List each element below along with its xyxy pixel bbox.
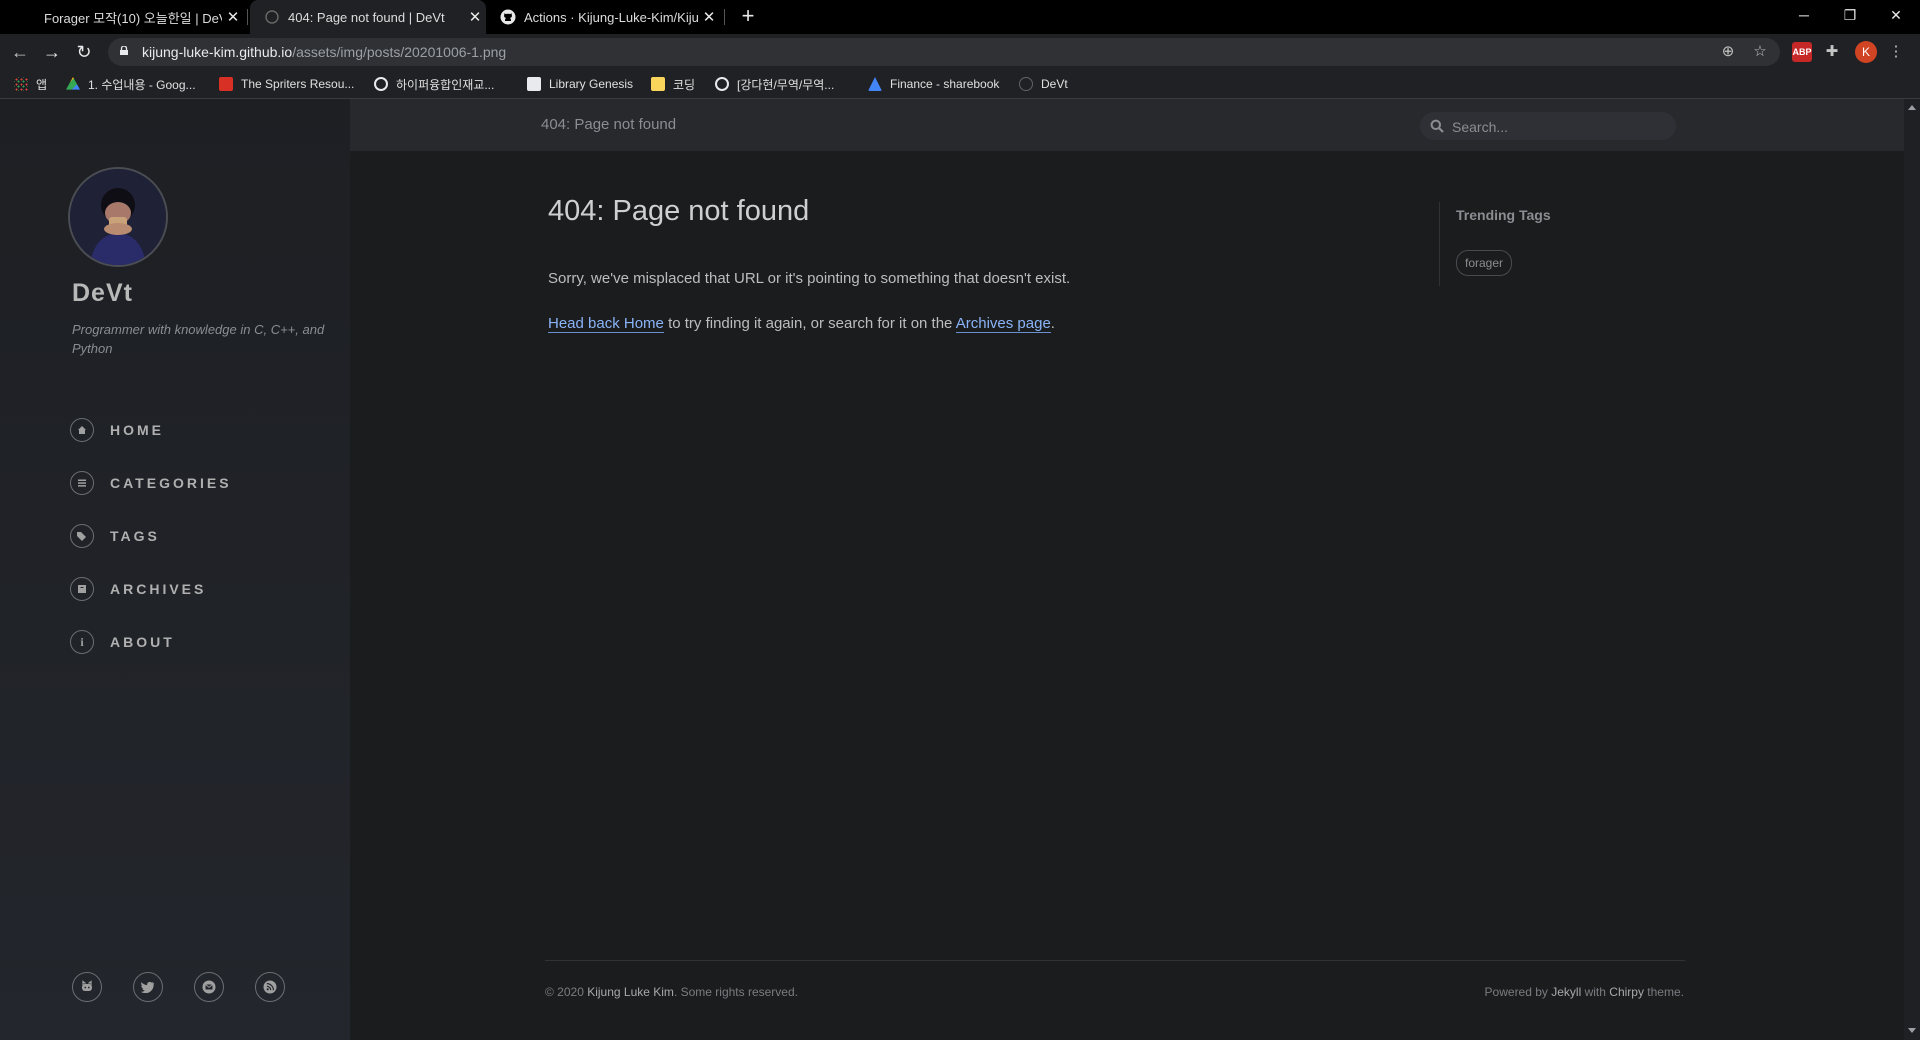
nav-label: ABOUT	[110, 634, 175, 650]
trending-tags-title: Trending Tags	[1456, 207, 1551, 223]
page-title: 404: Page not found	[548, 195, 810, 227]
globe-icon	[715, 77, 729, 91]
devt-favicon-icon	[1019, 77, 1033, 91]
bookmark-star-icon[interactable]: ☆	[1750, 42, 1770, 62]
sidebar: DeVt Programmer with knowledge in C, C++…	[0, 99, 350, 1040]
tab-title: Actions · Kijung-Luke-Kim/Kijung-Luke-Ki…	[524, 9, 698, 25]
forward-button[interactable]: →	[40, 40, 64, 64]
devt-favicon-icon	[264, 9, 280, 25]
github-icon	[500, 9, 516, 25]
library-genesis-icon	[527, 77, 541, 91]
footer-copyright: © 2020 Kijung Luke Kim. Some rights rese…	[545, 985, 798, 999]
address-bar[interactable]: kijung-luke-kim.github.io/assets/img/pos…	[108, 38, 1780, 66]
stream-icon	[70, 471, 94, 495]
trending-tags-panel: Trending Tags forager	[1439, 202, 1551, 286]
author-link[interactable]: Kijung Luke Kim	[587, 985, 674, 999]
nav-archives[interactable]: ARCHIVES	[70, 574, 206, 604]
archives-link[interactable]: Archives page	[955, 315, 1051, 333]
nav-about[interactable]: i ABOUT	[70, 627, 175, 657]
jekyll-link[interactable]: Jekyll	[1551, 985, 1581, 999]
tab-forager[interactable]: Forager 모작(10) 오늘한일 | DeVt ✕	[30, 0, 244, 34]
tags-icon	[70, 524, 94, 548]
help-paragraph: Head back Home to try finding it again, …	[548, 315, 1055, 333]
url-text: kijung-luke-kim.github.io/assets/img/pos…	[142, 44, 507, 60]
close-window-button[interactable]: ✕	[1874, 0, 1918, 30]
tab-strip: Forager 모작(10) 오늘한일 | DeVt ✕ 404: Page n…	[0, 0, 1920, 34]
tab-title: Forager 모작(10) 오늘한일 | DeVt	[44, 10, 222, 26]
folder-icon	[651, 77, 665, 91]
apps-grid-icon	[14, 77, 28, 91]
bookmarks-bar: 앱 1. 수업내용 - Goog... The Spriters Resou..…	[0, 70, 1920, 99]
nav-label: HOME	[110, 422, 164, 438]
bookmark-trade[interactable]: [강다현/무역/무역...	[715, 70, 834, 98]
help-end: .	[1050, 315, 1055, 332]
restore-button[interactable]: ❐	[1828, 0, 1872, 30]
avatar-photo	[70, 169, 166, 265]
home-icon	[70, 418, 94, 442]
tab-divider	[247, 9, 248, 25]
minimize-button[interactable]: ─	[1782, 0, 1826, 30]
tab-actions[interactable]: Actions · Kijung-Luke-Kim/Kijung-Luke-Ki…	[486, 0, 720, 34]
adblock-plus-icon[interactable]: ABP	[1792, 42, 1812, 62]
bookmark-hyper-fusion[interactable]: 하이퍼융합인재교...	[374, 70, 494, 98]
info-icon: i	[70, 630, 94, 654]
google-drive-icon	[66, 77, 80, 90]
install-app-icon[interactable]: ⊕	[1718, 42, 1738, 62]
avatar[interactable]	[68, 167, 168, 267]
github-icon[interactable]	[72, 972, 102, 1002]
nav-label: CATEGORIES	[110, 475, 232, 491]
tab-title: 404: Page not found | DeVt	[288, 9, 445, 25]
close-icon[interactable]: ✕	[222, 8, 244, 26]
rss-icon[interactable]	[255, 972, 285, 1002]
sharebook-icon	[868, 77, 882, 91]
nav-label: TAGS	[110, 528, 160, 544]
tag-forager[interactable]: forager	[1456, 250, 1513, 276]
archive-icon	[70, 577, 94, 601]
chirpy-link[interactable]: Chirpy	[1609, 985, 1644, 999]
twitter-icon[interactable]	[133, 972, 163, 1002]
search-input[interactable]	[1450, 112, 1664, 142]
browser-menu-icon[interactable]: ⋮	[1888, 42, 1904, 62]
search-icon	[1430, 119, 1444, 133]
back-button[interactable]: ←	[8, 40, 32, 64]
home-link[interactable]: Head back Home	[548, 315, 664, 333]
nav-categories[interactable]: CATEGORIES	[70, 468, 232, 498]
scrollbar[interactable]	[1904, 99, 1920, 1040]
reload-button[interactable]: ↻	[72, 40, 96, 64]
tab-404[interactable]: 404: Page not found | DeVt ✕	[250, 0, 486, 34]
site-subtitle: Programmer with knowledge in C, C++, and…	[72, 322, 325, 356]
nav-label: ARCHIVES	[110, 581, 207, 597]
close-icon[interactable]: ✕	[698, 8, 720, 26]
email-icon[interactable]	[194, 972, 224, 1002]
bookmark-apps[interactable]: 앱	[14, 70, 47, 98]
tab-divider	[724, 9, 725, 25]
spriters-resource-icon	[219, 77, 233, 91]
nav-tags[interactable]: TAGS	[70, 521, 160, 551]
topbar: 404: Page not found	[350, 99, 1904, 151]
not-found-message: Sorry, we've misplaced that URL or it's …	[548, 270, 1071, 287]
bookmark-devt[interactable]: DeVt	[1019, 70, 1068, 98]
browser-toolbar: ← → ↻ kijung-luke-kim.github.io/assets/i…	[0, 34, 1920, 70]
scroll-up-arrow-icon[interactable]	[1908, 105, 1916, 110]
new-tab-button[interactable]: +	[736, 4, 760, 28]
help-text: to try finding it again, or search for i…	[663, 315, 956, 332]
close-icon[interactable]: ✕	[464, 8, 486, 26]
site-title[interactable]: DeVt	[72, 279, 133, 308]
bookmark-finance-sharebook[interactable]: Finance - sharebook	[868, 70, 999, 98]
globe-icon	[374, 77, 388, 91]
bookmark-google-drive[interactable]: 1. 수업내용 - Goog...	[66, 70, 196, 98]
bookmark-library-genesis[interactable]: Library Genesis	[527, 70, 633, 98]
extensions-puzzle-icon[interactable]: ✚	[1822, 42, 1842, 62]
profile-avatar[interactable]: K	[1855, 41, 1877, 63]
nav-home[interactable]: HOME	[70, 415, 164, 445]
lock-icon	[120, 46, 128, 55]
scroll-down-arrow-icon[interactable]	[1908, 1028, 1916, 1033]
bookmark-spriters-resource[interactable]: The Spriters Resou...	[219, 70, 354, 98]
footer-powered-by: Powered by Jekyll with Chirpy theme.	[1484, 985, 1684, 999]
footer-divider	[545, 960, 1685, 961]
bookmark-folder-coding[interactable]: 코딩	[651, 70, 695, 98]
breadcrumb: 404: Page not found	[541, 116, 677, 133]
search-box[interactable]	[1420, 112, 1676, 142]
